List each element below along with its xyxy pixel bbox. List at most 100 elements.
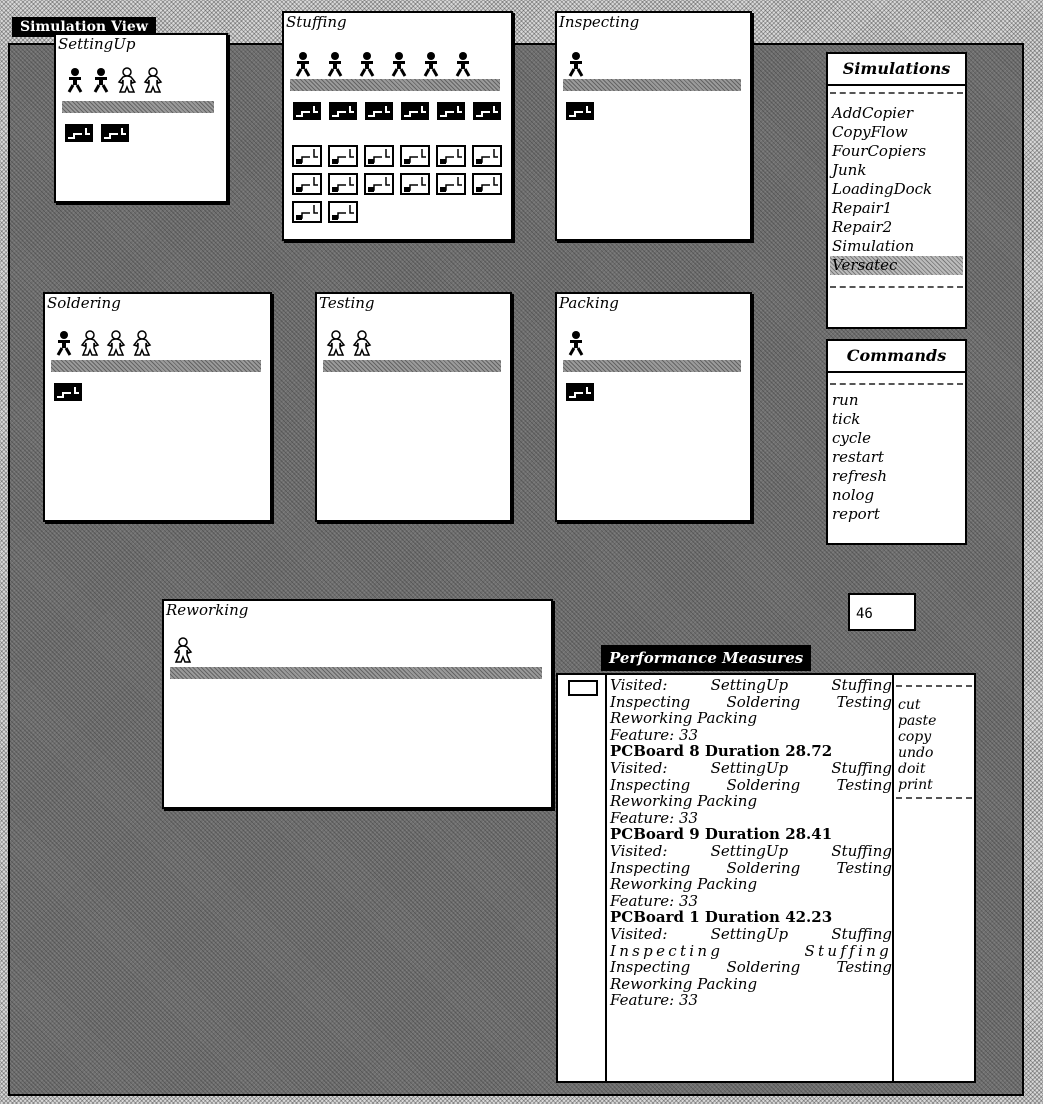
command-item-nolog[interactable]: nolog bbox=[830, 486, 963, 505]
finished-board-icon bbox=[293, 102, 321, 120]
queued-board-icon bbox=[292, 201, 322, 223]
busy-worker-icon bbox=[359, 52, 375, 77]
stage-title: Packing bbox=[559, 294, 619, 312]
simulations-menu: Simulations AddCopier CopyFlow FourCopiers… bbox=[826, 52, 967, 329]
busy-worker-icon bbox=[568, 52, 584, 77]
board-summary-heading: PCBoard 1 Duration 42.23 bbox=[610, 908, 833, 927]
board-row bbox=[565, 382, 745, 402]
log-line: Feature: 33 bbox=[610, 808, 699, 827]
edit-item-doit[interactable]: doit bbox=[896, 761, 972, 777]
queue-bar bbox=[51, 360, 261, 372]
finished-board-icon bbox=[101, 124, 129, 142]
simulation-item-loadingdock[interactable]: LoadingDock bbox=[830, 180, 963, 199]
log-line: Visited: SettingUp Stuffing bbox=[610, 924, 892, 943]
queued-board-icon bbox=[292, 145, 322, 167]
queued-board-icon bbox=[328, 145, 358, 167]
log-line: Inspecting Soldering Testing bbox=[610, 858, 892, 877]
log-line: Visited: SettingUp Stuffing bbox=[610, 676, 892, 694]
divider bbox=[896, 685, 972, 687]
idle-worker-icon bbox=[173, 637, 193, 663]
idle-worker-icon bbox=[117, 67, 137, 93]
busy-worker-icon bbox=[327, 52, 343, 77]
edit-item-undo[interactable]: undo bbox=[896, 745, 972, 761]
log-line: Inspecting Soldering Testing bbox=[610, 775, 892, 794]
simulation-item-copyflow[interactable]: CopyFlow bbox=[830, 123, 963, 142]
stage-testing[interactable]: Testing bbox=[315, 292, 512, 522]
stage-settingup[interactable]: SettingUp bbox=[54, 33, 228, 203]
scroll-gutter[interactable] bbox=[558, 675, 607, 1081]
simulation-item-addcopier[interactable]: AddCopier bbox=[830, 104, 963, 123]
command-item-restart[interactable]: restart bbox=[830, 448, 963, 467]
command-item-run[interactable]: run bbox=[830, 391, 963, 410]
performance-log[interactable]: Visited: SettingUp Stuffing Inspecting So… bbox=[610, 677, 892, 1009]
scroll-thumb[interactable] bbox=[568, 680, 598, 696]
finished-board-icon bbox=[566, 102, 594, 120]
stage-stuffing[interactable]: Stuffing bbox=[282, 11, 513, 241]
queued-board-icon bbox=[364, 173, 394, 195]
log-line: Reworking Packing bbox=[610, 875, 758, 894]
board-row bbox=[53, 382, 263, 402]
busy-worker-icon bbox=[56, 331, 72, 356]
divider bbox=[830, 286, 963, 288]
stage-title: Soldering bbox=[47, 294, 121, 312]
command-item-report[interactable]: report bbox=[830, 505, 963, 524]
board-summary-heading: PCBoard 9 Duration 28.41 bbox=[610, 825, 833, 844]
idle-worker-icon bbox=[132, 330, 152, 356]
busy-worker-icon bbox=[93, 68, 109, 93]
idle-worker-icon bbox=[143, 67, 163, 93]
log-line: Feature: 33 bbox=[610, 991, 699, 1010]
idle-worker-icon bbox=[326, 330, 346, 356]
log-line: Reworking Packing bbox=[610, 792, 758, 811]
worker-row bbox=[172, 637, 194, 663]
worker-row bbox=[565, 330, 587, 356]
busy-worker-icon bbox=[455, 52, 471, 77]
simulation-item-repair2[interactable]: Repair2 bbox=[830, 218, 963, 237]
queue-bar bbox=[290, 79, 500, 91]
queue-bar bbox=[563, 79, 741, 91]
command-item-tick[interactable]: tick bbox=[830, 410, 963, 429]
command-item-cycle[interactable]: cycle bbox=[830, 429, 963, 448]
idle-worker-icon bbox=[106, 330, 126, 356]
log-line: Visited: SettingUp Stuffing bbox=[610, 841, 892, 860]
edit-item-cut[interactable]: cut bbox=[896, 697, 972, 713]
queue-bar bbox=[170, 667, 542, 679]
simulation-item-versatec[interactable]: Versatec bbox=[830, 256, 963, 275]
command-item-refresh[interactable]: refresh bbox=[830, 467, 963, 486]
queued-board-icon bbox=[292, 173, 322, 195]
busy-worker-icon bbox=[295, 52, 311, 77]
stage-soldering[interactable]: Soldering bbox=[43, 292, 272, 522]
edit-item-copy[interactable]: copy bbox=[896, 729, 972, 745]
stage-title: SettingUp bbox=[58, 35, 136, 53]
stage-title: Inspecting bbox=[559, 13, 640, 31]
stage-reworking[interactable]: Reworking bbox=[162, 599, 553, 809]
finished-board-icon bbox=[437, 102, 465, 120]
divider bbox=[830, 383, 963, 385]
stage-inspecting[interactable]: Inspecting bbox=[555, 11, 752, 241]
command-list: run tick cycle restart refresh nolog report bbox=[830, 391, 963, 524]
simulation-item-junk[interactable]: Junk bbox=[830, 161, 963, 180]
queued-board-icon bbox=[472, 173, 502, 195]
simulation-item-repair1[interactable]: Repair1 bbox=[830, 199, 963, 218]
worker-row bbox=[292, 51, 474, 77]
idle-worker-icon bbox=[352, 330, 372, 356]
stage-packing[interactable]: Packing bbox=[555, 292, 752, 522]
performance-title[interactable]: Performance Measures bbox=[601, 645, 812, 671]
busy-worker-icon bbox=[423, 52, 439, 77]
finished-board-icon bbox=[329, 102, 357, 120]
log-line: Feature: 33 bbox=[610, 891, 699, 910]
queue-bar bbox=[62, 101, 214, 113]
row-break bbox=[292, 127, 512, 139]
edit-item-print[interactable]: print bbox=[896, 777, 972, 793]
log-line: Reworking Packing bbox=[610, 974, 758, 993]
simulation-item-simulation[interactable]: Simulation bbox=[830, 237, 963, 256]
busy-worker-icon bbox=[67, 68, 83, 93]
simulation-item-fourcopiers[interactable]: FourCopiers bbox=[830, 142, 963, 161]
worker-row bbox=[325, 330, 373, 356]
finished-board-icon bbox=[54, 383, 82, 401]
idle-worker-icon bbox=[80, 330, 100, 356]
worker-row bbox=[64, 67, 164, 93]
log-line: Inspecting Soldering Testing bbox=[610, 692, 892, 711]
worker-row bbox=[53, 330, 153, 356]
edit-item-paste[interactable]: paste bbox=[896, 713, 972, 729]
queued-board-icon bbox=[400, 173, 430, 195]
